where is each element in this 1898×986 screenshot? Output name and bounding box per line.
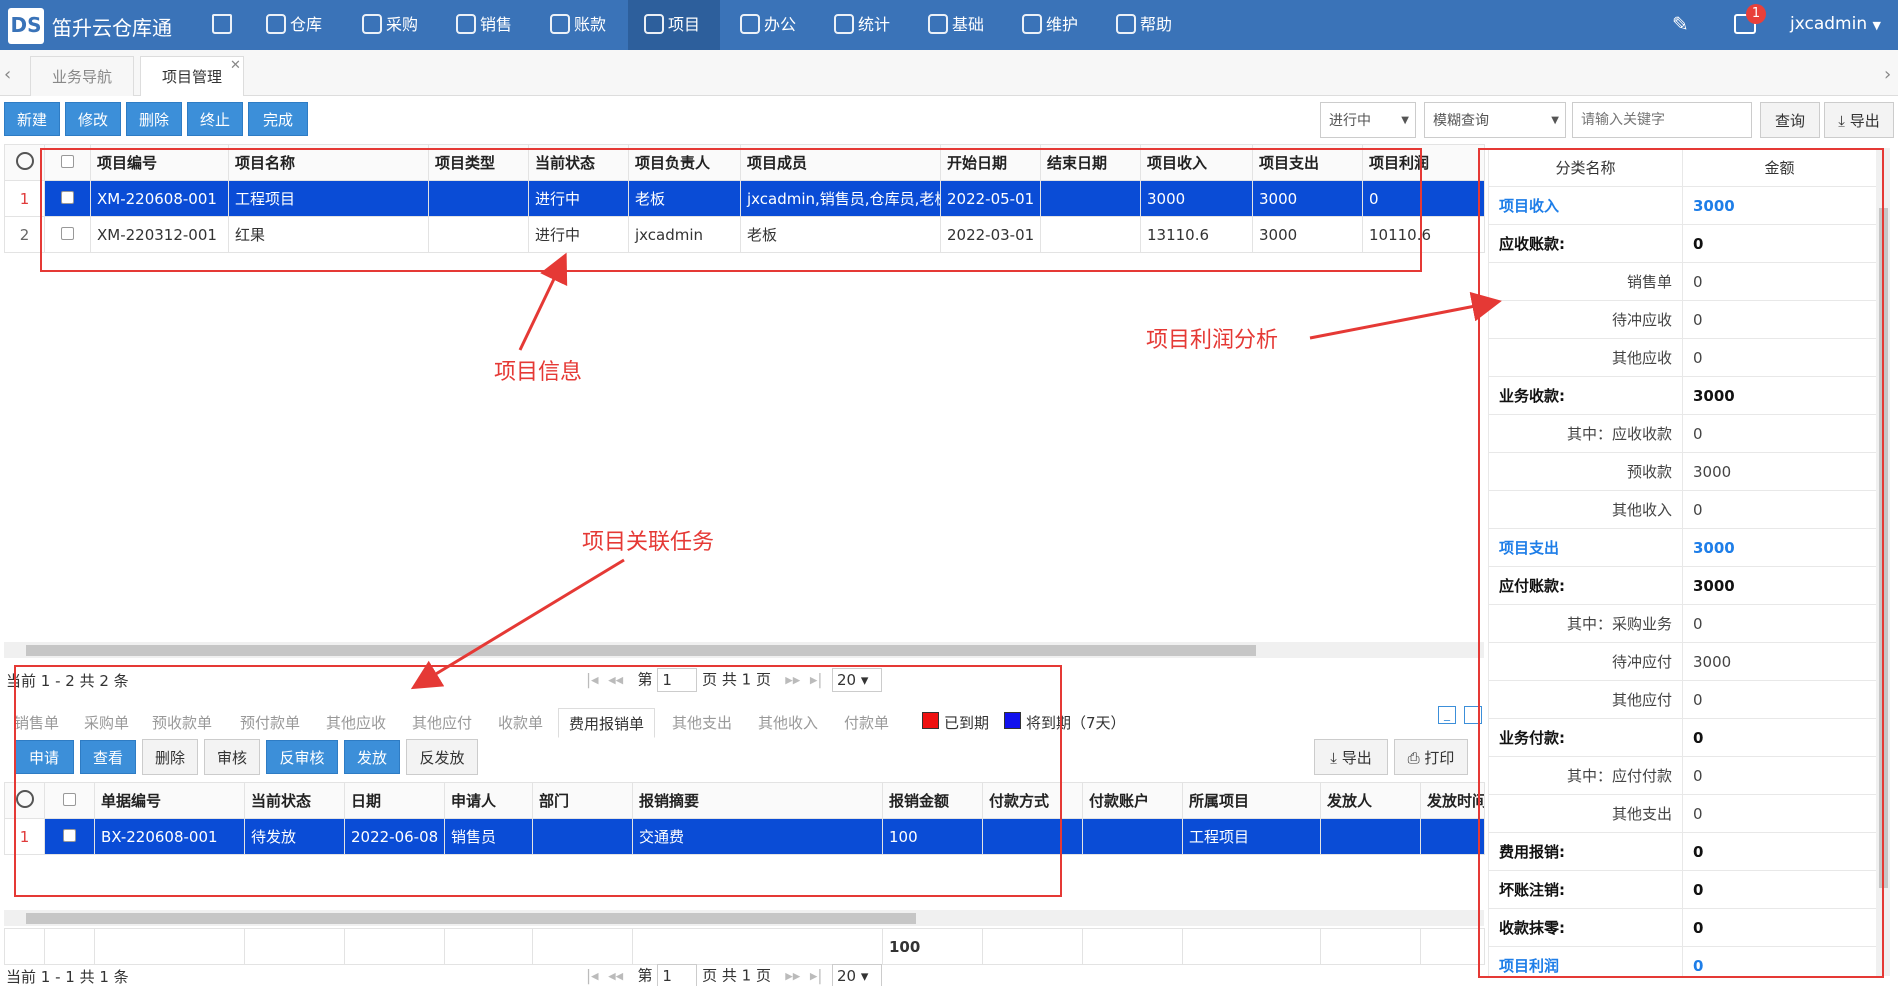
arrow-to-profit-panel xyxy=(1309,291,1502,340)
arrow-to-project-table xyxy=(518,252,568,351)
annotation-arrows xyxy=(410,252,1502,690)
arrow-to-task-table xyxy=(410,558,625,690)
